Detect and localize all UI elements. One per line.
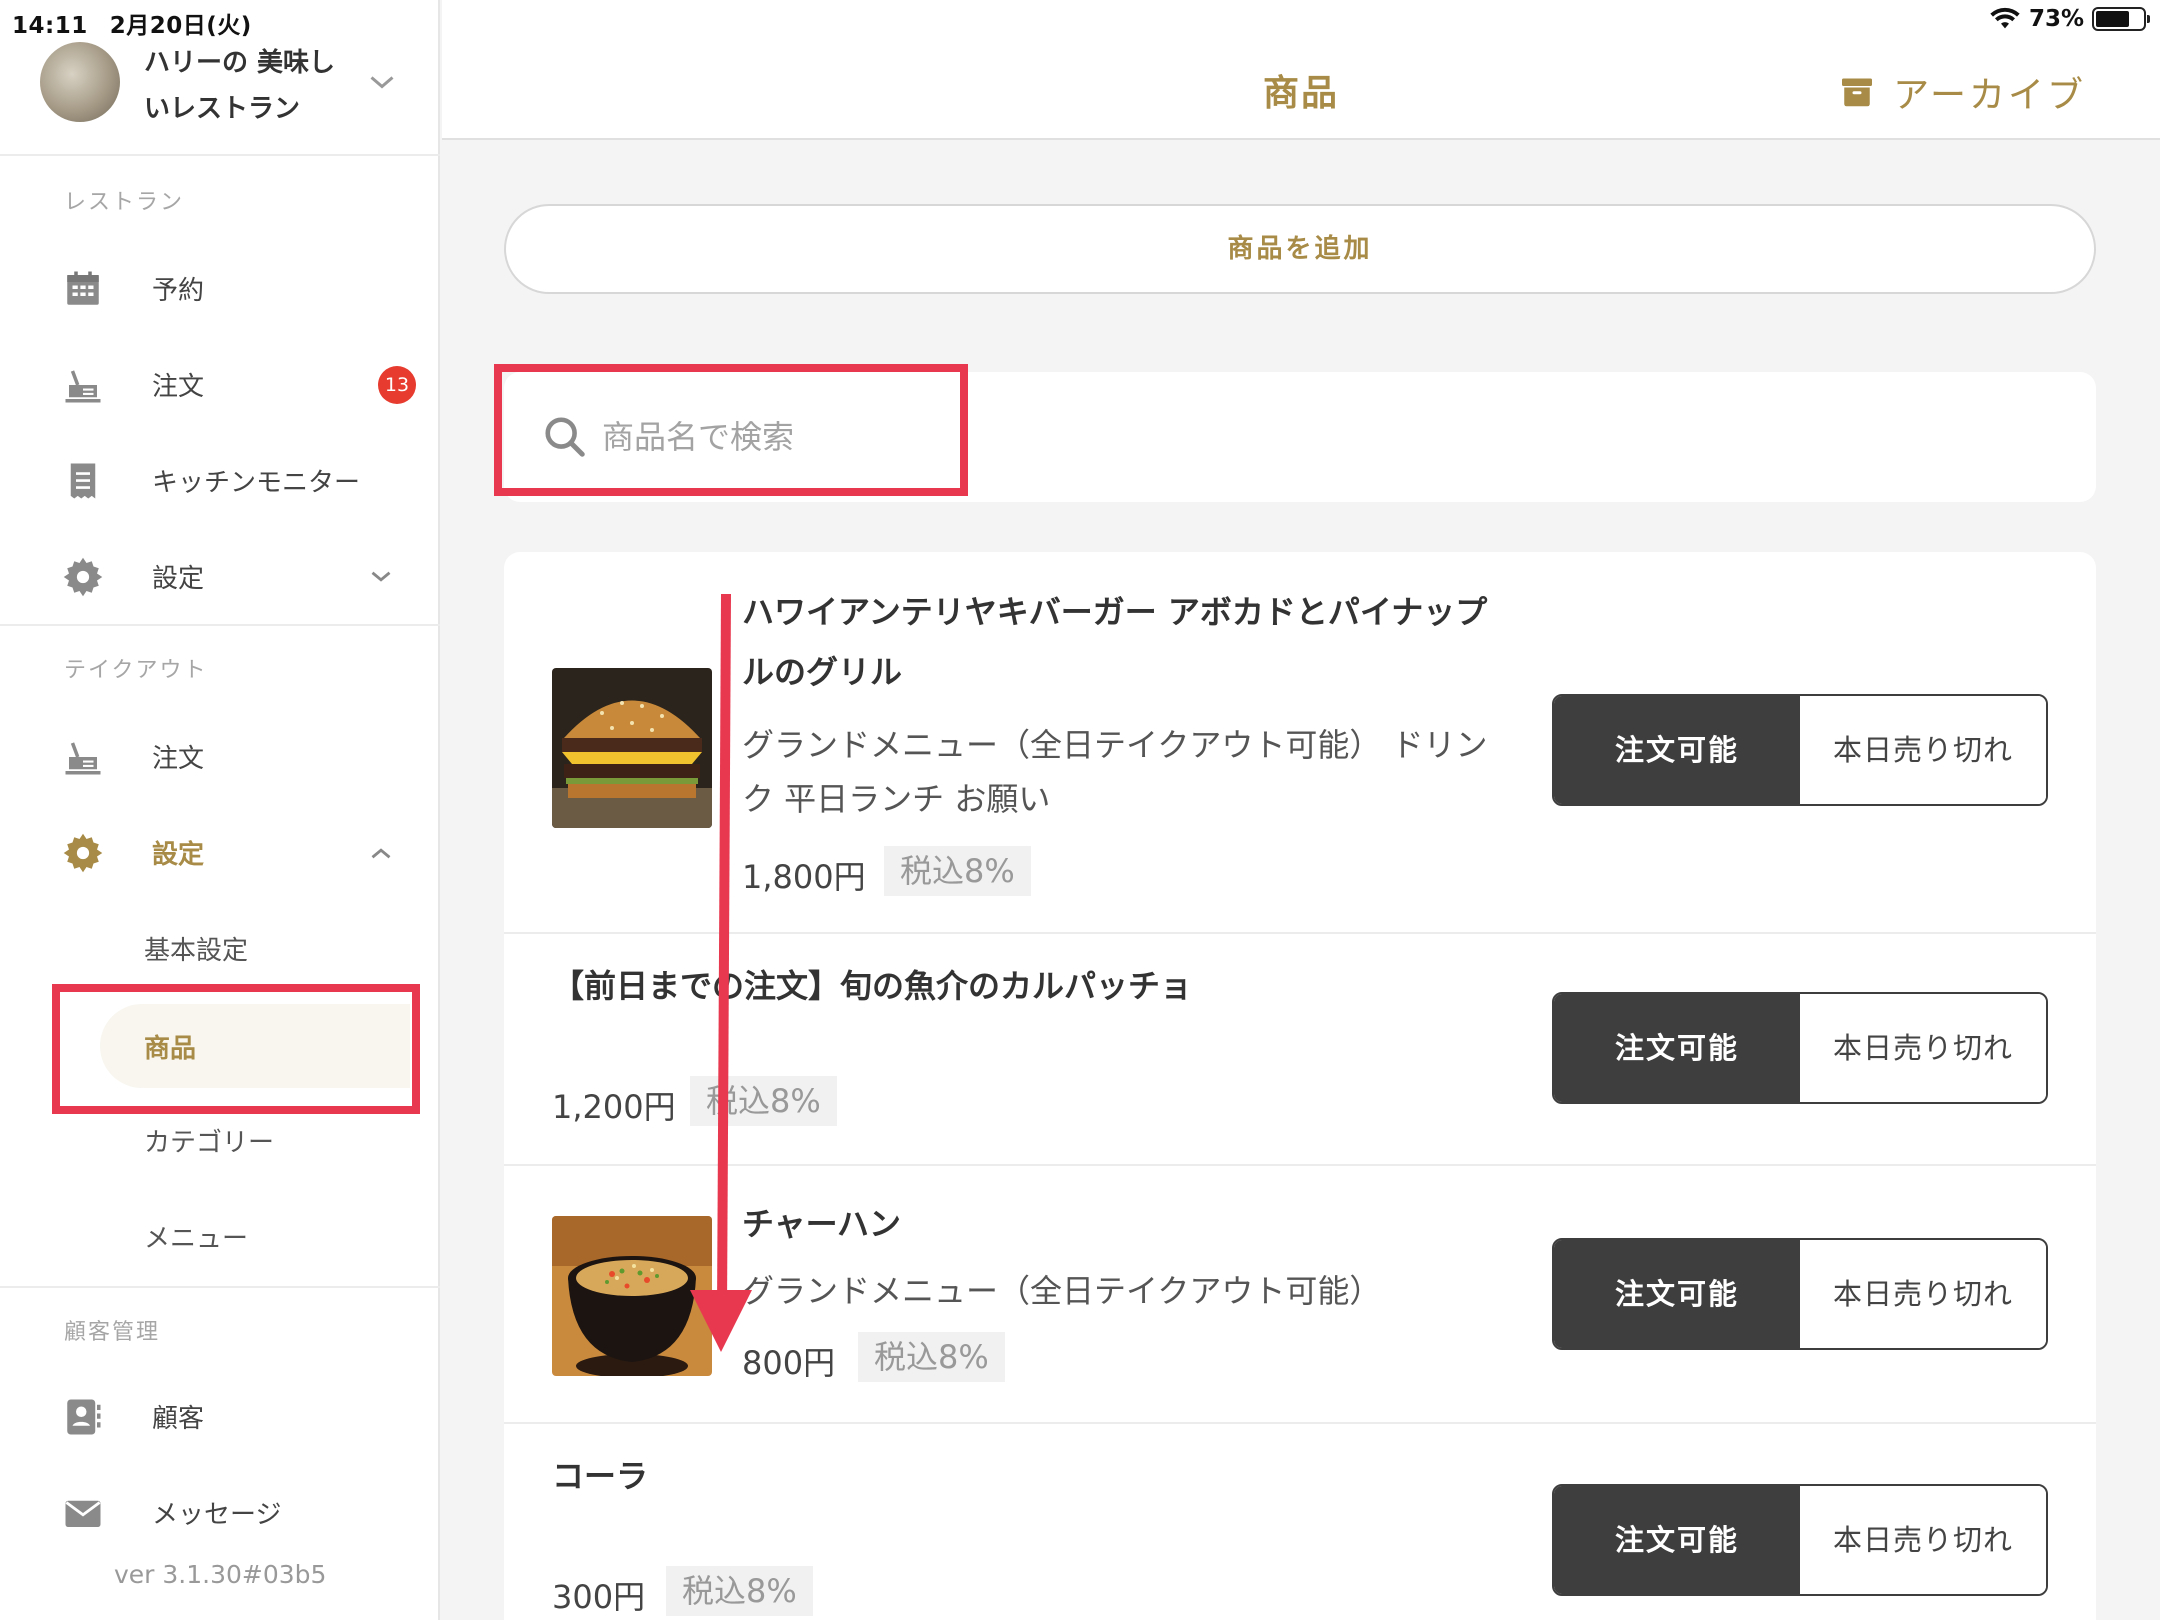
gear-icon (63, 833, 103, 873)
products-highlight-box (52, 984, 420, 1114)
product-category-line: ク 平日ランチ お願い (742, 780, 1051, 818)
sidebar-sub-basic-settings[interactable]: 基本設定 (0, 908, 440, 988)
sidebar-item-restaurant-settings[interactable]: 設定 (0, 536, 440, 616)
sidebar-sub-label: 基本設定 (144, 936, 249, 966)
status-bar-left: 14:11 2月20日(火) (12, 6, 274, 40)
sold-out-button[interactable]: 本日売り切れ (1800, 1240, 2046, 1348)
sidebar: 14:11 2月20日(火) ハリーの 美味しいレストラン レストラン 予約 注文… (0, 0, 440, 1620)
account-switcher[interactable]: ハリーの 美味しいレストラン (0, 38, 440, 156)
sidebar-item-takeout-settings[interactable]: 設定 (0, 812, 440, 892)
sidebar-sub-menu[interactable]: メニュー (0, 1196, 440, 1276)
mail-icon (65, 1500, 101, 1527)
status-date: 2月20日(火) (109, 13, 252, 39)
sidebar-item-label: 設定 (152, 840, 205, 870)
add-product-button[interactable]: 商品を追加 (504, 204, 2096, 294)
product-row[interactable]: コーラ 300円 税込8% 注文可能 本日売り切れ (504, 1424, 2096, 1620)
sidebar-item-label: キッチンモニター (152, 468, 361, 498)
app-version: ver 3.1.30#03b5 (114, 1560, 327, 1589)
product-row[interactable]: 【前日までの注文】旬の魚介のカルパッチョ 1,200円 税込8% 注文可能 本日… (504, 934, 2096, 1166)
account-name: ハリーの 美味しいレストラン (144, 48, 336, 124)
product-image-burger (552, 668, 712, 828)
product-price: 1,200円 (552, 1088, 676, 1126)
product-name: 【前日までの注文】旬の魚介のカルパッチョ (552, 967, 1193, 1005)
wifi-icon (1990, 7, 2020, 29)
sidebar-sub-label: メニュー (144, 1224, 249, 1254)
sold-out-button[interactable]: 本日売り切れ (1800, 696, 2046, 804)
product-list: ハワイアンテリヤキバーガー アボカドとパイナップ ルのグリル グランドメニュー（… (504, 552, 2096, 1620)
order-icon (65, 742, 101, 775)
order-icon (65, 370, 101, 403)
tax-badge: 税込8% (690, 1076, 837, 1126)
calendar-icon (67, 271, 99, 305)
gear-icon (63, 557, 103, 597)
sidebar-sub-label: カテゴリー (144, 1128, 275, 1158)
chevron-up-icon (371, 848, 391, 859)
availability-toggle[interactable]: 注文可能 本日売り切れ (1552, 694, 2048, 806)
availability-toggle[interactable]: 注文可能 本日売り切れ (1552, 1484, 2048, 1596)
product-name: コーラ (552, 1457, 649, 1495)
product-price: 300円 (552, 1578, 646, 1616)
sidebar-item-customers[interactable]: 顧客 (0, 1376, 440, 1456)
battery-icon (2092, 7, 2150, 31)
sidebar-item-label: 予約 (152, 276, 205, 306)
receipt-icon (70, 463, 96, 499)
sidebar-item-takeout-orders[interactable]: 注文 (0, 716, 440, 796)
chevron-down-icon (371, 571, 391, 582)
avatar (40, 42, 120, 122)
sidebar-item-label: メッセージ (152, 1500, 282, 1530)
status-time: 14:11 (12, 13, 88, 39)
product-name-line: ルのグリル (742, 653, 903, 691)
archive-label: アーカイブ (1893, 75, 2086, 116)
product-name-line: ハワイアンテリヤキバーガー アボカドとパイナップ (742, 593, 1488, 631)
availability-toggle[interactable]: 注文可能 本日売り切れ (1552, 992, 2048, 1104)
sidebar-item-label: 注文 (152, 744, 205, 774)
archive-button[interactable]: アーカイブ (1839, 66, 2086, 118)
sold-out-button[interactable]: 本日売り切れ (1800, 994, 2046, 1102)
product-image-fried-rice (552, 1216, 712, 1376)
product-price: 800円 (742, 1344, 836, 1382)
product-categories: グランドメニュー（全日テイクアウト可能） ドリン ク 平日ランチ お願い (742, 718, 1488, 826)
divider (0, 624, 440, 626)
product-row[interactable]: チャーハン グランドメニュー（全日テイクアウト可能） 800円 税込8% 注文可… (504, 1166, 2096, 1424)
archive-icon (1842, 78, 1873, 107)
sidebar-item-orders[interactable]: 注文 13 (0, 344, 440, 424)
product-name: ハワイアンテリヤキバーガー アボカドとパイナップ ルのグリル (742, 582, 1487, 702)
sidebar-item-label: 注文 (152, 372, 205, 402)
sidebar-item-reservation[interactable]: 予約 (0, 248, 440, 328)
section-label-customers: 顧客管理 (64, 1320, 161, 1345)
battery-percent: 73% (2028, 6, 2084, 32)
header: 73% 商品 アーカイブ (442, 0, 2160, 140)
sidebar-item-label: 設定 (152, 564, 205, 594)
status-bar-right: 73% (1989, 6, 2150, 32)
available-button[interactable]: 注文可能 (1554, 994, 1800, 1102)
section-label-restaurant: レストラン (64, 190, 185, 215)
tax-badge: 税込8% (858, 1332, 1005, 1382)
sidebar-item-label: 顧客 (152, 1404, 205, 1434)
product-price: 1,800円 (742, 858, 866, 896)
product-category: グランドメニュー（全日テイクアウト可能） (742, 1272, 1382, 1310)
available-button[interactable]: 注文可能 (1554, 1486, 1800, 1594)
product-row[interactable]: ハワイアンテリヤキバーガー アボカドとパイナップ ルのグリル グランドメニュー（… (504, 552, 2096, 934)
sidebar-item-kitchen-monitor[interactable]: キッチンモニター (0, 440, 440, 520)
search-highlight-box (494, 364, 968, 496)
product-name: チャーハン (742, 1205, 902, 1243)
tax-badge: 税込8% (666, 1566, 813, 1616)
available-button[interactable]: 注文可能 (1554, 1240, 1800, 1348)
availability-toggle[interactable]: 注文可能 本日売り切れ (1552, 1238, 2048, 1350)
available-button[interactable]: 注文可能 (1554, 696, 1800, 804)
sold-out-button[interactable]: 本日売り切れ (1800, 1486, 2046, 1594)
section-label-takeout: テイクアウト (64, 658, 208, 683)
divider (0, 1286, 440, 1288)
product-category-line: グランドメニュー（全日テイクアウト可能） ドリン (742, 726, 1488, 764)
contact-icon (67, 1399, 101, 1435)
chevron-down-icon[interactable] (364, 64, 400, 100)
tax-badge: 税込8% (884, 846, 1031, 896)
sidebar-item-messages[interactable]: メッセージ (0, 1472, 440, 1552)
order-count-badge: 13 (378, 366, 416, 404)
